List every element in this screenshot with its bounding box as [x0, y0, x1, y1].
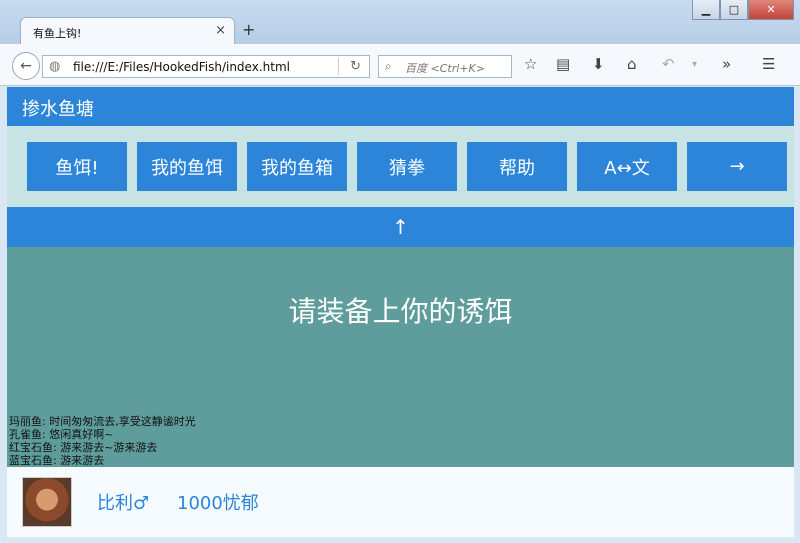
menu-area: 鱼饵! 我的鱼饵 我的鱼箱 猜拳 帮助 A↔文 →: [7, 126, 794, 207]
site-title: 掺水鱼塘: [22, 99, 94, 120]
menu-button-rock-paper-scissors[interactable]: 猜拳: [357, 142, 457, 191]
minimize-button[interactable]: ▁: [692, 0, 720, 20]
browser-navbar: ← ◍ file:///E:/Files/HookedFish/index.ht…: [0, 44, 800, 86]
search-bar[interactable]: ⌕ 百度 <Ctrl+K>: [378, 55, 512, 78]
globe-icon: ◍: [49, 59, 61, 74]
fish-log-line: 玛丽鱼: 时间匆匆流去,享受这静谧时光: [9, 415, 196, 428]
reload-icon[interactable]: ↻: [350, 59, 361, 74]
fish-log-line: 孔雀鱼: 悠闲真好啊~: [9, 428, 114, 441]
menu-button-next[interactable]: →: [687, 142, 787, 191]
page-content: 掺水鱼塘 鱼饵! 我的鱼饵 我的鱼箱 猜拳 帮助 A↔文 → ↑ 请装备上你的诱…: [7, 87, 794, 537]
reading-list-icon[interactable]: ▤: [556, 55, 570, 73]
search-icon: ⌕: [385, 59, 392, 73]
new-tab-icon[interactable]: +: [242, 20, 255, 39]
url-divider: [338, 58, 339, 75]
overflow-chevron-icon[interactable]: »: [722, 55, 731, 73]
fish-log-line: 蓝宝石鱼: 游来游去: [9, 454, 105, 467]
user-name[interactable]: 比利♂: [97, 489, 149, 515]
maximize-button[interactable]: □: [720, 0, 748, 20]
bookmark-star-icon[interactable]: ☆: [524, 55, 537, 73]
back-arrow-icon: ←: [20, 58, 32, 74]
url-text: file:///E:/Files/HookedFish/index.html: [73, 60, 290, 74]
home-icon[interactable]: ⌂: [627, 55, 637, 73]
tab-close-icon[interactable]: ×: [215, 23, 226, 38]
site-header: 掺水鱼塘: [7, 87, 794, 126]
menu-button-my-bait[interactable]: 我的鱼饵: [137, 142, 237, 191]
menu-button-bait[interactable]: 鱼饵!: [27, 142, 127, 191]
main-message: 请装备上你的诱饵: [288, 295, 513, 328]
undo-icon[interactable]: ↶: [662, 55, 675, 73]
url-bar[interactable]: ◍ file:///E:/Files/HookedFish/index.html…: [42, 55, 370, 78]
user-footer: 比利♂ 1000忧郁: [7, 467, 794, 537]
menu-button-help[interactable]: 帮助: [467, 142, 567, 191]
avatar: [22, 477, 72, 527]
browser-tab[interactable]: 有鱼上钩! ×: [20, 17, 235, 45]
browser-titlebar: 有鱼上钩! × + ▁ □ ✕: [0, 0, 800, 45]
scroll-up-button[interactable]: ↑: [7, 207, 794, 247]
fish-log: 玛丽鱼: 时间匆匆流去,享受这静谧时光 孔雀鱼: 悠闲真好啊~ 红宝石鱼: 游来…: [9, 415, 209, 467]
fish-log-line: 红宝石鱼: 游来游去~游来游去: [9, 441, 158, 454]
tab-title: 有鱼上钩!: [33, 27, 82, 40]
download-icon[interactable]: ⬇: [592, 55, 605, 73]
dropdown-icon[interactable]: ▾: [692, 59, 697, 70]
close-window-button[interactable]: ✕: [748, 0, 794, 20]
hamburger-menu-icon[interactable]: ☰: [762, 55, 775, 73]
back-button[interactable]: ←: [12, 52, 40, 80]
search-placeholder: 百度 <Ctrl+K>: [405, 62, 485, 75]
user-gold: 1000忧郁: [177, 493, 259, 514]
menu-button-my-fish-box[interactable]: 我的鱼箱: [247, 142, 347, 191]
menu-button-language[interactable]: A↔文: [577, 142, 677, 191]
window-controls: ▁ □ ✕: [692, 0, 794, 20]
